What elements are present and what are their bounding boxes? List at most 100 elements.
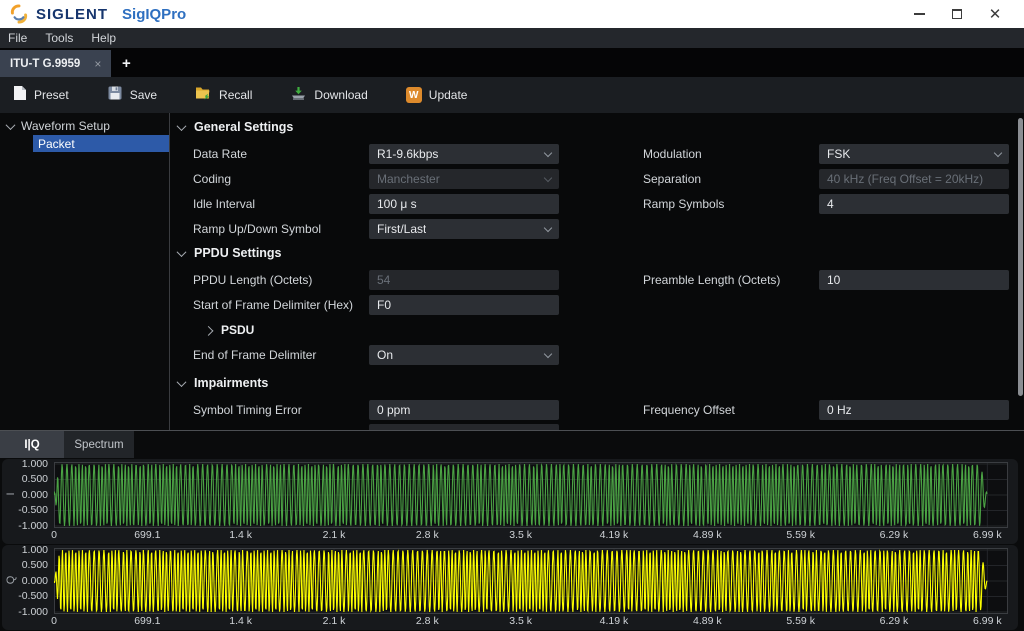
menu-file[interactable]: File	[8, 31, 27, 45]
ramp-symbols-value: 4	[827, 197, 834, 211]
chevron-right-icon	[204, 326, 214, 336]
ppdu-length-value: 54	[377, 273, 390, 287]
section-title: General Settings	[194, 120, 293, 134]
psdu-label: PSDU	[221, 323, 254, 337]
form-row: Start of Frame Delimiter (Hex) F0	[171, 292, 1024, 317]
x-tick-label: 4.89 k	[693, 615, 722, 627]
x-tick-label: 1.4 k	[229, 615, 252, 627]
chevron-down-icon	[544, 148, 552, 156]
x-tick-label: 6.29 k	[880, 615, 909, 627]
chevron-down-icon	[544, 223, 552, 231]
modulation-select[interactable]: FSK	[819, 144, 1009, 164]
preset-label: Preset	[34, 88, 69, 102]
y-tick-label: 0.000	[22, 489, 48, 501]
idle-interval-field[interactable]: 100 μ s	[369, 194, 559, 214]
form-row: Idle Interval 100 μ s Ramp Symbols 4	[171, 191, 1024, 216]
download-label: Download	[314, 88, 367, 102]
i-x-axis-ticks: 0699.11.4 k2.1 k2.8 k3.5 k4.19 k4.89 k5.…	[54, 528, 1008, 542]
eof-delimiter-select[interactable]: On	[369, 345, 559, 365]
update-button[interactable]: W Update	[406, 87, 468, 103]
preamble-length-value: 10	[827, 273, 840, 287]
data-rate-select[interactable]: R1-9.6kbps	[369, 144, 559, 164]
q-plot-area[interactable]	[54, 548, 1008, 614]
y-tick-label: -1.000	[18, 606, 48, 618]
x-tick-label: 5.59 k	[786, 529, 815, 541]
field-label: Frequency Offset	[643, 403, 819, 417]
tab-close-icon[interactable]: ×	[94, 57, 101, 71]
menu-help[interactable]: Help	[91, 31, 116, 45]
section-general-settings[interactable]: General Settings	[171, 115, 1024, 139]
ramp-symbols-field[interactable]: 4	[819, 194, 1009, 214]
symbol-timing-error-value: 0 ppm	[377, 403, 410, 417]
y-tick-label: -0.500	[18, 590, 48, 602]
window-controls: ✕	[900, 0, 1014, 28]
x-tick-label: 3.5 k	[509, 529, 532, 541]
field-label: Symbol Timing Error	[193, 403, 369, 417]
eof-delimiter-value: On	[377, 348, 393, 362]
form-row: Data Rate R1-9.6kbps Modulation FSK	[171, 141, 1024, 166]
sof-delimiter-value: F0	[377, 298, 391, 312]
field-label: Ramp Up/Down Symbol	[193, 222, 369, 236]
siglent-logo-icon	[8, 3, 30, 25]
close-icon: ✕	[989, 7, 1002, 22]
frequency-offset-field[interactable]: 0 Hz	[819, 400, 1009, 420]
tab-itu-t-g9959[interactable]: ITU-T G.9959 ×	[0, 50, 111, 77]
y-tick-label: -1.000	[18, 520, 48, 532]
close-button[interactable]: ✕	[976, 0, 1014, 28]
brand-text: SIGLENT	[36, 6, 108, 23]
preamble-length-field[interactable]: 10	[819, 270, 1009, 290]
x-tick-label: 699.1	[134, 615, 160, 627]
preset-button[interactable]: Preset	[12, 85, 69, 106]
q-waveform	[54, 550, 987, 612]
section-title: PPDU Settings	[194, 246, 282, 260]
preset-icon	[12, 85, 27, 106]
y-tick-label: -0.500	[18, 504, 48, 516]
section-impairments[interactable]: Impairments	[171, 371, 1024, 395]
y-tick-label: 1.000	[22, 544, 48, 556]
x-tick-label: 699.1	[134, 529, 160, 541]
x-tick-label: 2.8 k	[416, 615, 439, 627]
tree-root-label: Waveform Setup	[21, 119, 110, 133]
field-label: Separation	[643, 172, 819, 186]
section-title: Impairments	[194, 376, 268, 390]
ramp-updown-select[interactable]: First/Last	[369, 219, 559, 239]
chevron-down-icon	[544, 349, 552, 357]
app-title: SigIQPro	[122, 6, 186, 23]
plot-tabbar: I|Q Spectrum	[0, 431, 1024, 458]
y-tick-label: 1.000	[22, 458, 48, 470]
recall-label: Recall	[219, 88, 252, 102]
x-tick-label: 4.19 k	[600, 615, 629, 627]
add-tab-button[interactable]: +	[111, 50, 141, 77]
x-tick-label: 0	[51, 615, 57, 627]
tab-spectrum[interactable]: Spectrum	[64, 431, 134, 458]
menubar: File Tools Help	[0, 28, 1024, 48]
recall-button[interactable]: Recall	[195, 85, 252, 106]
form-row: PPDU Length (Octets) 54 Preamble Length …	[171, 267, 1024, 292]
settings-scrollbar[interactable]	[1018, 118, 1023, 396]
symbol-timing-error-field[interactable]: 0 ppm	[369, 400, 559, 420]
i-waveform-plot: I 1.0000.5000.000-0.500-1.000 0699.11.4 …	[2, 459, 1018, 544]
maximize-button[interactable]	[938, 0, 976, 28]
separation-field: 40 kHz (Freq Offset = 20kHz)	[819, 169, 1009, 189]
section-ppdu-settings[interactable]: PPDU Settings	[171, 241, 1024, 265]
save-button[interactable]: Save	[107, 85, 157, 106]
sidebar-item-waveform-setup[interactable]: Waveform Setup	[0, 117, 169, 135]
menu-tools[interactable]: Tools	[45, 31, 73, 45]
minimize-button[interactable]	[900, 0, 938, 28]
sidebar-item-packet[interactable]: Packet	[33, 135, 169, 152]
i-y-axis-ticks: 1.0000.5000.000-0.500-1.000	[2, 459, 50, 531]
y-tick-label: 0.000	[22, 575, 48, 587]
psdu-collapsed-section[interactable]: PSDU	[171, 317, 1024, 342]
save-icon	[107, 85, 123, 106]
ppdu-length-field: 54	[369, 270, 559, 290]
field-label: Modulation	[643, 147, 819, 161]
x-tick-label: 5.59 k	[786, 615, 815, 627]
tree-selected-label: Packet	[38, 137, 75, 151]
sof-delimiter-field[interactable]: F0	[369, 295, 559, 315]
i-plot-area[interactable]	[54, 462, 1008, 528]
x-tick-label: 2.8 k	[416, 529, 439, 541]
document-tabbar: ITU-T G.9959 × +	[0, 48, 1024, 77]
maximize-icon	[952, 9, 962, 19]
tab-iq[interactable]: I|Q	[0, 431, 64, 458]
download-button[interactable]: Download	[290, 85, 367, 106]
